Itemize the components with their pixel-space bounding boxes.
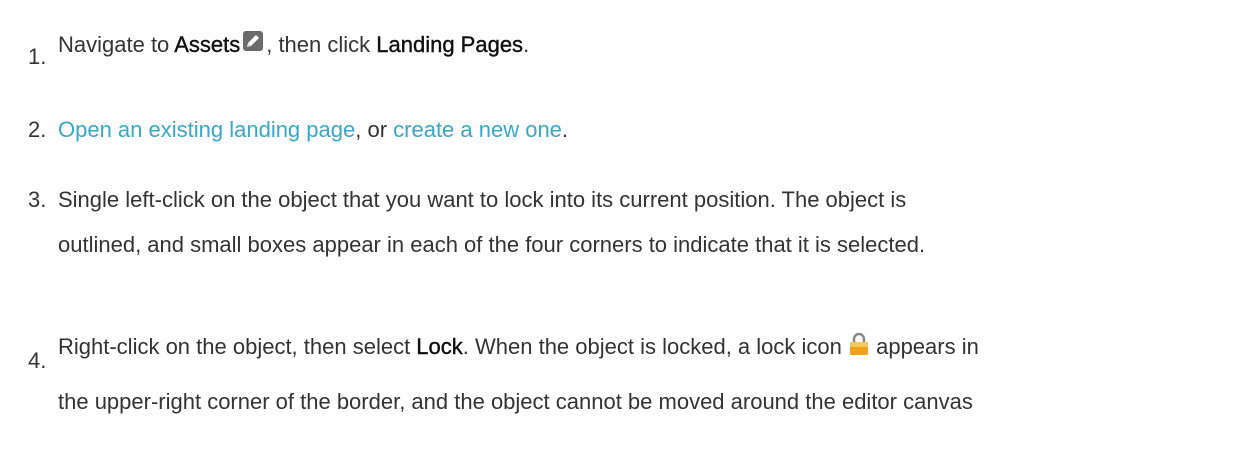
step-text-line-2: the upper-right corner of the border, an… [58, 389, 973, 414]
instructions-page: 1. Navigate to Assets , then click Landi… [0, 0, 1233, 457]
step-number: 2. [28, 117, 47, 142]
step-text-line-2: outlined, and small boxes appear in each… [58, 232, 926, 257]
step-number: 3. [28, 187, 47, 212]
step-text-line-1: Single left-click on the object that you… [58, 187, 907, 212]
create-new-landing-page-link[interactable]: create a new one [393, 117, 562, 142]
step-text: Open an existing landing page, or create… [58, 117, 569, 142]
open-landing-page-link[interactable]: Open an existing landing page [58, 117, 355, 142]
lock-icon [848, 332, 870, 364]
assets-label: Assets [174, 32, 241, 57]
step-number: 4. [28, 348, 47, 373]
step-text-line-1: Right-click on the object, then select L… [58, 332, 979, 364]
pencil-icon [240, 28, 266, 62]
landing-pages-label: Landing Pages [376, 32, 524, 57]
step-text: Navigate to Assets , then click Landing … [58, 28, 529, 62]
step-number: 1. [28, 44, 47, 69]
lock-label: Lock [416, 334, 463, 359]
